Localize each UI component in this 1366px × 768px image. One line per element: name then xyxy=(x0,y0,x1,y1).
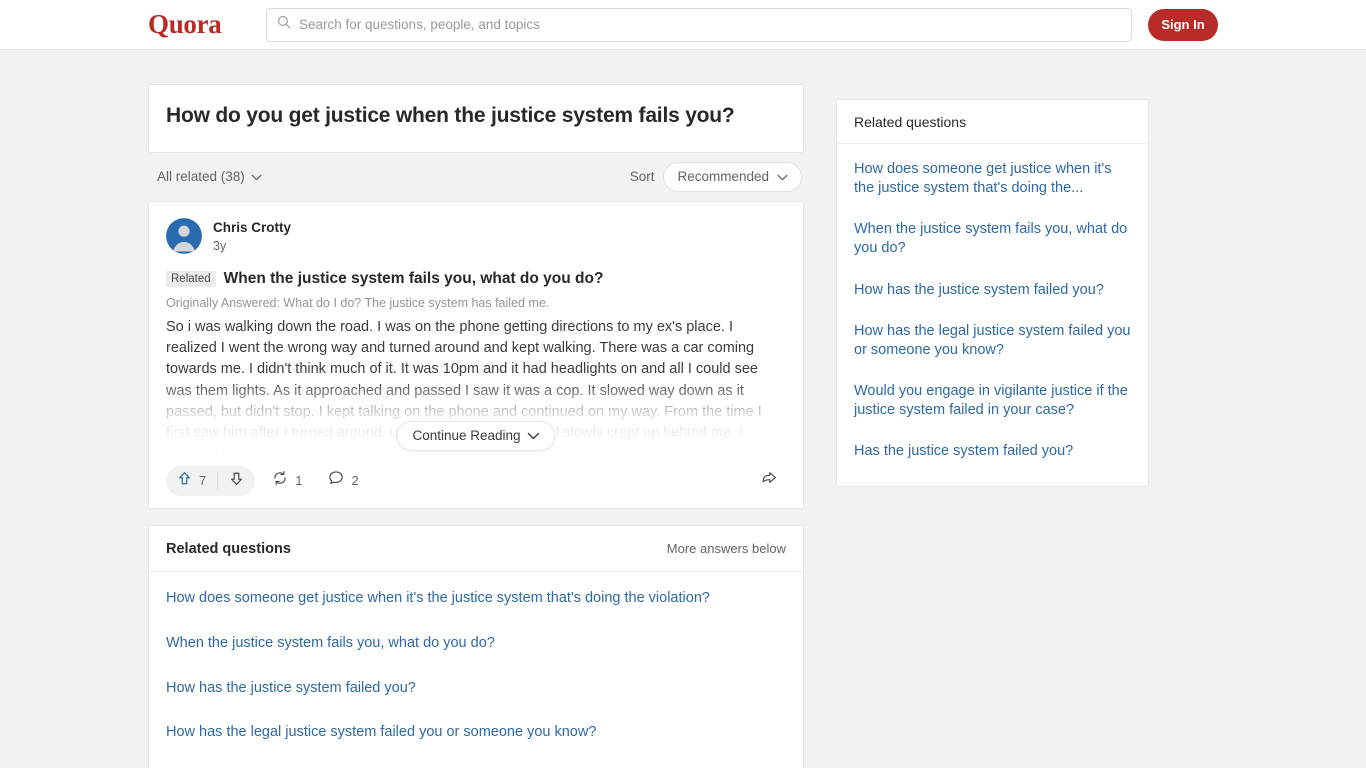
related-questions-card: Related questions More answers below How… xyxy=(148,524,804,768)
upvote-icon xyxy=(177,471,192,491)
author-meta: Chris Crotty 3y xyxy=(213,218,291,256)
chevron-down-icon xyxy=(527,428,540,443)
page-body: How do you get justice when the justice … xyxy=(0,50,1366,768)
all-related-label: All related (38) xyxy=(157,169,245,185)
related-questions-title: Related questions xyxy=(166,540,291,557)
chevron-down-icon xyxy=(777,169,788,184)
answer-content: Chris Crotty 3y Related When the justice… xyxy=(149,202,803,457)
all-related-dropdown[interactable]: All related (38) xyxy=(157,169,262,184)
filter-bar: All related (38) Sort Recommended xyxy=(148,153,804,201)
sign-in-button[interactable]: Sign In xyxy=(1148,8,1218,41)
list-item[interactable]: How has the legal justice system failed … xyxy=(166,710,786,755)
vote-group: 7 xyxy=(166,465,256,496)
question-title-card: How do you get justice when the justice … xyxy=(148,84,804,153)
upvote-count: 7 xyxy=(199,473,207,489)
avatar[interactable] xyxy=(166,217,202,254)
sidebar-item-question-2[interactable]: When the justice system fails you, what … xyxy=(854,209,1131,269)
sidebar-item-question-1[interactable]: How does someone get justice when it's t… xyxy=(854,149,1131,209)
related-questions-list: How does someone get justice when it's t… xyxy=(149,572,803,768)
search-icon xyxy=(277,15,291,34)
list-item[interactable]: Would you engage in vigilante justice if… xyxy=(166,755,786,768)
sidebar-item-question-6[interactable]: Has the justice system failed you? xyxy=(854,431,1131,472)
top-header: Quora Sign In xyxy=(0,0,1366,50)
sidebar-item-question-4[interactable]: How has the legal justice system failed … xyxy=(854,311,1131,371)
sidebar-related-questions-card: Related questions How does someone get j… xyxy=(836,99,1149,488)
chevron-down-icon xyxy=(251,169,262,184)
page-title: How do you get justice when the justice … xyxy=(166,104,735,127)
action-buttons-left: 7 1 2 xyxy=(166,465,368,496)
comment-count: 2 xyxy=(351,473,359,489)
answer-action-bar: 7 1 2 xyxy=(149,457,803,508)
related-questions-header: Related questions More answers below xyxy=(149,526,803,572)
related-badge: Related xyxy=(166,270,216,287)
comment-icon xyxy=(328,470,344,491)
repost-icon xyxy=(272,470,288,491)
share-icon xyxy=(761,469,779,492)
downvote-icon xyxy=(229,471,244,491)
continue-reading-button[interactable]: Continue Reading xyxy=(396,420,556,451)
list-item[interactable]: When the justice system fails you, what … xyxy=(166,621,786,666)
more-answers-below-label: More answers below xyxy=(666,541,786,557)
share-button[interactable] xyxy=(754,466,786,496)
search-bar[interactable] xyxy=(266,7,1132,42)
sidebar-title: Related questions xyxy=(837,100,1148,144)
originally-answered-note: Originally Answered: What do I do? The j… xyxy=(166,295,550,310)
repost-button[interactable]: 1 xyxy=(263,466,311,496)
repost-count: 1 xyxy=(295,473,303,489)
search-input[interactable] xyxy=(299,17,1121,32)
sort-value: Recommended xyxy=(677,169,769,185)
main-column: How do you get justice when the justice … xyxy=(148,84,804,768)
related-question-line: Related When the justice system fails yo… xyxy=(166,270,786,288)
sidebar-list: How does someone get justice when it's t… xyxy=(837,144,1148,486)
quora-logo[interactable]: Quora xyxy=(148,9,222,40)
downvote-button[interactable] xyxy=(218,466,255,496)
sidebar-column: Related questions How does someone get j… xyxy=(836,99,1149,488)
answer-timestamp: 3y xyxy=(213,239,227,254)
sort-controls: Sort Recommended xyxy=(629,161,802,192)
continue-reading-label: Continue Reading xyxy=(412,428,521,444)
sidebar-item-question-3[interactable]: How has the justice system failed you? xyxy=(854,270,1131,311)
upvote-button[interactable]: 7 xyxy=(166,466,217,496)
comment-button[interactable]: 2 xyxy=(319,466,367,496)
author-row: Chris Crotty 3y xyxy=(166,217,786,256)
answer-card: Chris Crotty 3y Related When the justice… xyxy=(148,200,804,509)
sort-label: Sort xyxy=(629,169,655,185)
answer-question-link[interactable]: When the justice system fails you, what … xyxy=(224,270,604,288)
author-name[interactable]: Chris Crotty xyxy=(213,219,291,237)
list-item[interactable]: How has the justice system failed you? xyxy=(166,666,786,711)
answer-body-wrapper: So i was walking down the road. I was on… xyxy=(166,317,786,457)
list-item[interactable]: How does someone get justice when it's t… xyxy=(166,576,786,621)
sidebar-item-question-5[interactable]: Would you engage in vigilante justice if… xyxy=(854,371,1131,431)
sort-dropdown[interactable]: Recommended xyxy=(663,161,802,192)
